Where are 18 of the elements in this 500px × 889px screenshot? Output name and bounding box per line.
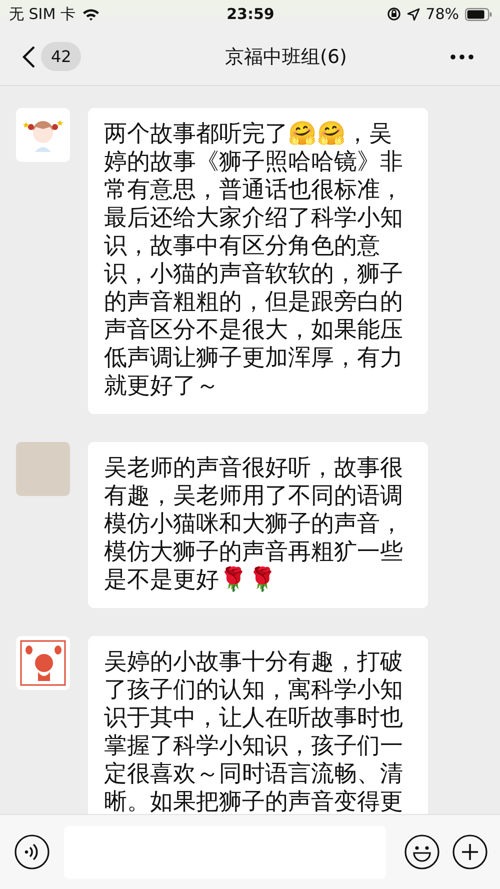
unread-count-badge[interactable]: 42: [41, 42, 82, 71]
emoji-icon[interactable]: [404, 834, 440, 870]
message-text: 吴婷的小故事十分有趣，打破了孩子们的认知，寓科学小知识于其中，让人在听故事时也掌握了科学小知识，孩子们一定很喜欢～同时语言流畅、清晰。如果把狮子的声音变得更: [104, 648, 404, 814]
plus-icon[interactable]: [452, 834, 488, 870]
message-text: 吴老师的声音很好听，故事很有趣，吴老师用了不同的语调模仿小猫咪和大狮子的声音，模仿大狮子的声音再粗犷一些是不是更好🌹🌹: [104, 454, 404, 594]
carrier-text: 无 SIM 卡: [9, 4, 76, 24]
cartoon-avatar[interactable]: [16, 108, 70, 162]
message-text: 两个故事都听完了🤗🤗，吴婷的故事《狮子照哈哈镜》非常有意思，普通话也很标准，最后还给大家介绍了科学小知识，故事中有区分角色的意识，小猫的声音软软的，狮子的声音粗粗的，但是跟旁白的声音区分不是很大，如果能压低声调让狮子更加浑厚，有力就更好了～: [104, 120, 404, 400]
location-arrow-icon: [406, 8, 420, 20]
back-icon[interactable]: [22, 44, 36, 68]
rotation-lock-icon: [386, 7, 401, 21]
wifi-icon: [82, 8, 100, 20]
clock-time: 23:59: [226, 5, 274, 23]
voice-icon[interactable]: [14, 834, 50, 870]
chat-title: 京福中班组(6): [225, 44, 347, 70]
battery-percent: 78%: [426, 5, 459, 23]
more-icon[interactable]: [450, 54, 474, 60]
battery-icon: [465, 8, 492, 20]
